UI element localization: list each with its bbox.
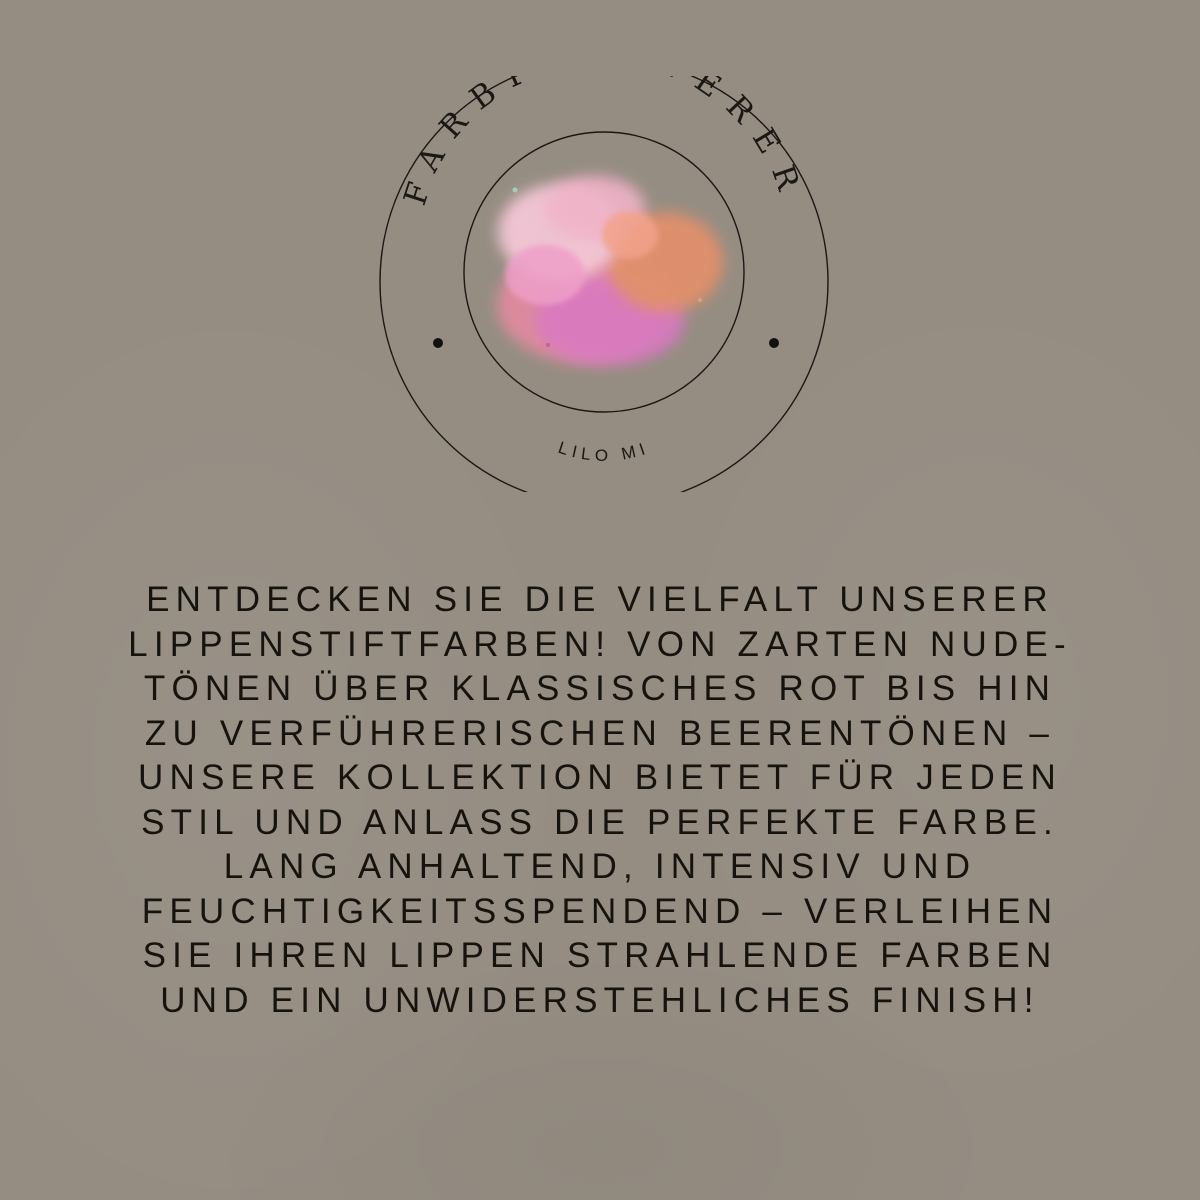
promo-line: FEUCHTIGKEITSSPENDEND – VERLEIHEN	[141, 891, 1059, 931]
watercolor-splash	[497, 176, 723, 365]
promo-line: SIE IHREN LIPPEN STRAHLENDE FARBEN	[142, 936, 1058, 975]
seal-dot-right	[769, 338, 779, 348]
promo-line: LANG ANHALTEND, INTENSIV UND	[223, 847, 977, 886]
brand-seal-graphic: FARBFLÜSTERER LILO MI	[379, 76, 829, 492]
brand-logo: FARBFLÜSTERER LILO MI	[378, 76, 830, 492]
promo-line: TÖNEN ÜBER KLASSISCHES ROT BIS HIN	[143, 669, 1057, 708]
brand-subtitle-arc: LILO MI	[556, 438, 652, 465]
promo-line: ENTDECKEN SIE DIE VIELFALT UNSERER	[146, 580, 1054, 619]
promo-line: STIL UND ANLASS DIE PERFEKTE FARBE.	[141, 802, 1059, 842]
promo-line: UNSERE KOLLEKTION BIETET FÜR JEDEN	[138, 758, 1062, 797]
seal-dot-left	[433, 338, 443, 348]
promo-paragraph: ENTDECKEN SIE DIE VIELFALT UNSERER LIPPE…	[40, 578, 1160, 1023]
promo-line: UND EIN UNWIDERSTEHLICHES FINISH!	[160, 980, 1040, 1020]
promo-line: ZU VERFÜHRERISCHEN BEERENTÖNEN –	[144, 713, 1056, 753]
promo-line: LIPPENSTIFTFARBEN! VON ZARTEN NUDE-	[128, 624, 1072, 664]
